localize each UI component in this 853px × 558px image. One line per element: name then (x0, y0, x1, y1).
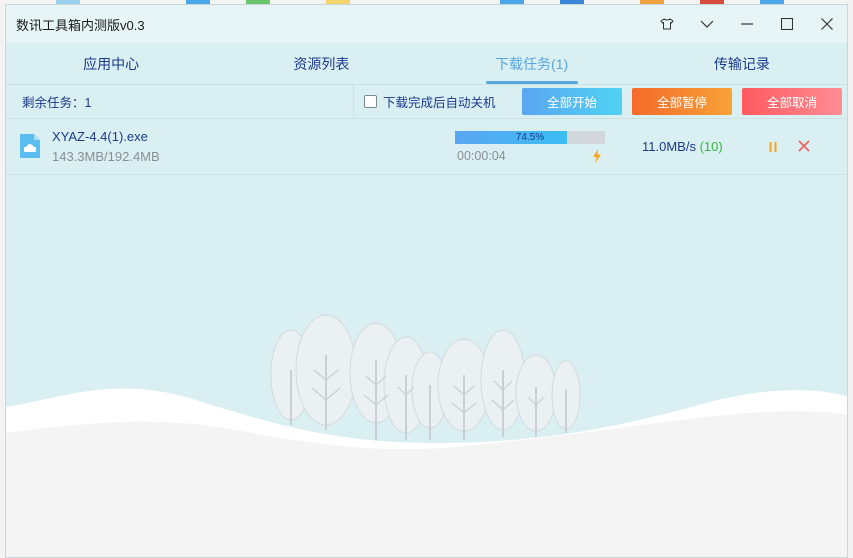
maximize-icon[interactable] (767, 5, 807, 43)
tab-download-tasks[interactable]: 下载任务(1) (427, 43, 637, 84)
winter-scene-illustration (6, 314, 847, 557)
task-progress-label: 74.5% (515, 132, 545, 143)
task-elapsed-time: 00:00:04 (457, 149, 506, 163)
tab-app-center[interactable]: 应用中心 (6, 43, 216, 84)
snow-ground (6, 411, 847, 557)
start-all-button[interactable]: 全部开始 (522, 88, 622, 115)
main-tabs: 应用中心 资源列表 下载任务(1) 传输记录 (6, 43, 847, 85)
title-bar[interactable]: 数讯工具箱内测版v0.3 (6, 5, 847, 43)
cancel-all-button[interactable]: 全部取消 (742, 88, 842, 115)
file-icon (20, 134, 40, 158)
auto-shutdown-checkbox[interactable] (364, 95, 377, 108)
task-size-progress: 143.3MB/192.4MB (52, 149, 160, 164)
task-thread-count: (10) (699, 139, 723, 154)
pause-all-button[interactable]: 全部暂停 (632, 88, 732, 115)
pause-icon[interactable] (768, 141, 778, 153)
download-task-row[interactable]: XYAZ-4.4(1).exe 143.3MB/192.4MB 74.5% 00… (6, 119, 847, 175)
tree-group (270, 314, 581, 440)
minimize-icon[interactable] (727, 5, 767, 43)
task-progress-bar: 74.5% (455, 131, 605, 144)
remaining-tasks-label: 剩余任务：1 (22, 96, 92, 110)
window-title: 数讯工具箱内测版v0.3 (16, 17, 145, 33)
close-icon[interactable] (807, 5, 847, 43)
task-file-name: XYAZ-4.4(1).exe (52, 129, 148, 144)
window-controls (647, 5, 847, 43)
lightning-icon (593, 149, 601, 163)
auto-shutdown-label: 下载完成后自动关机 (383, 96, 496, 110)
auto-shutdown-option[interactable]: 下载完成后自动关机 (364, 92, 512, 111)
task-toolbar: 剩余任务：1 下载完成后自动关机 全部开始 全部暂停 全部取消 (6, 85, 847, 119)
toolbar-divider (353, 85, 354, 118)
task-speed-value: 11.0MB/s (642, 139, 696, 154)
chevron-down-icon[interactable] (687, 5, 727, 43)
app-window: 数讯工具箱内测版v0.3 应用中心 资源列表 下载任务(1) 传输记录 剩余任务… (5, 4, 848, 558)
task-speed: 11.0MB/s (10) (642, 139, 723, 154)
tab-transfer-log[interactable]: 传输记录 (637, 43, 847, 84)
cancel-icon[interactable] (798, 140, 810, 152)
tshirt-icon[interactable] (647, 5, 687, 43)
tab-resource-list[interactable]: 资源列表 (216, 43, 426, 84)
